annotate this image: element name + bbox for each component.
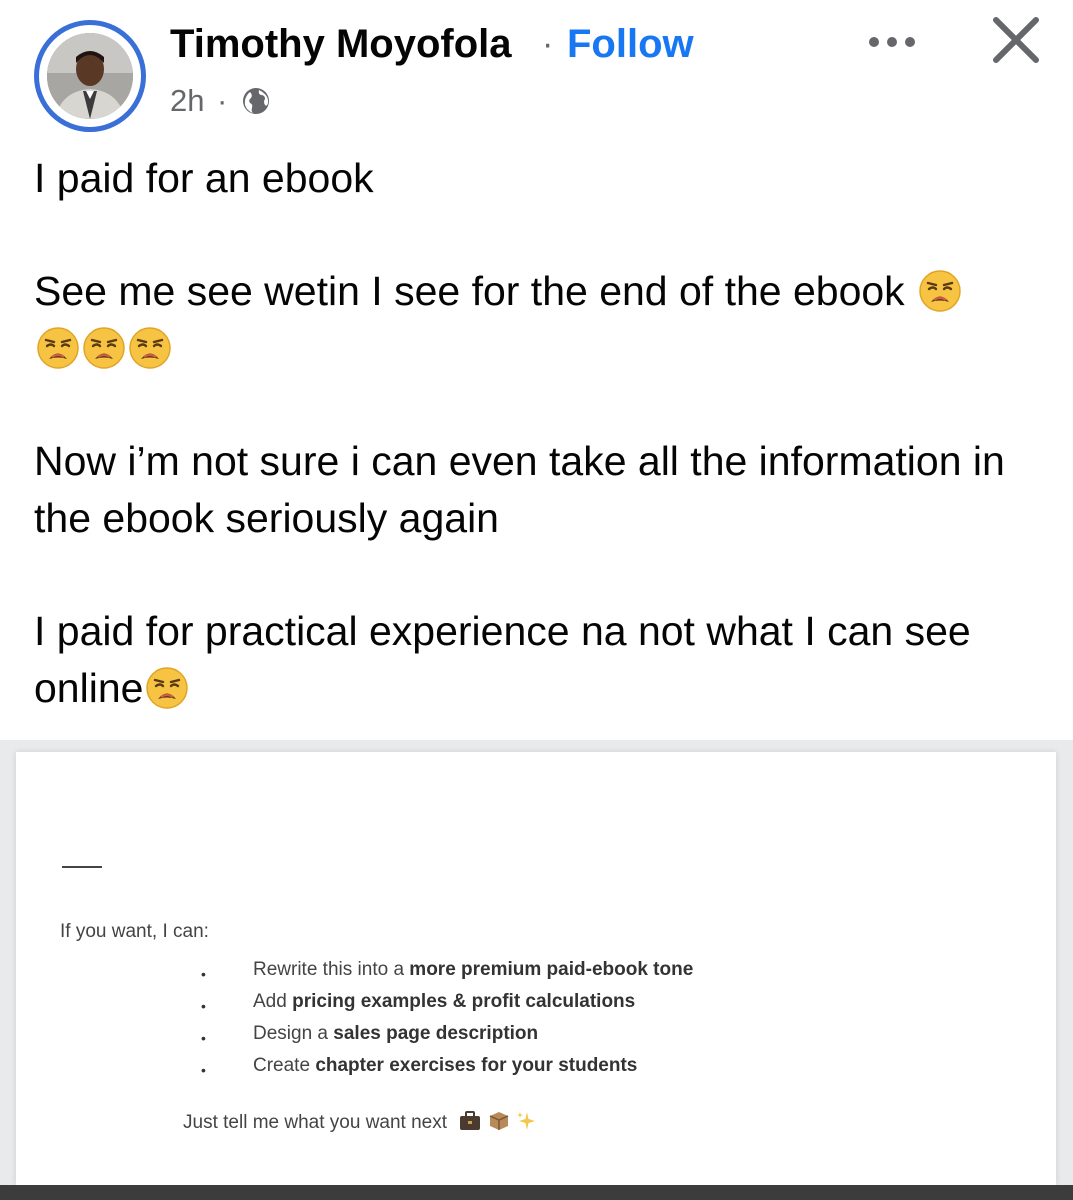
post-paragraph: Now i’m not sure i can even take all the… bbox=[34, 438, 1005, 541]
bullet: • bbox=[201, 998, 206, 1014]
item-prefix: Add bbox=[253, 991, 293, 1012]
name-separator: · bbox=[542, 25, 554, 63]
weary-face-emoji bbox=[37, 327, 79, 369]
more-options-icon[interactable] bbox=[862, 22, 922, 62]
post-text: I paid for an ebook See me see wetin I s… bbox=[34, 150, 1044, 773]
post-header: Timothy Moyofola · Follow 2h · bbox=[0, 0, 1073, 140]
post-timestamp[interactable]: 2h bbox=[170, 80, 204, 122]
post-paragraph: I paid for an ebook bbox=[34, 155, 374, 201]
item-bold: sales page description bbox=[333, 1023, 539, 1044]
weary-face-emoji bbox=[83, 327, 125, 369]
weary-face-emoji bbox=[146, 667, 189, 709]
item-prefix: Design a bbox=[253, 1023, 334, 1044]
package-icon bbox=[489, 1112, 508, 1130]
avatar[interactable] bbox=[34, 20, 146, 132]
bottom-bar bbox=[0, 1185, 1073, 1200]
time-separator: · bbox=[217, 83, 228, 118]
ebook-outro-text: Just tell me what you want next bbox=[183, 1110, 537, 1139]
bullet: • bbox=[201, 1030, 206, 1046]
profile-photo bbox=[47, 33, 133, 119]
divider bbox=[62, 866, 102, 868]
briefcase-icon bbox=[460, 1111, 481, 1130]
item-bold: more premium paid-ebook tone bbox=[409, 959, 694, 980]
bullet: • bbox=[201, 1062, 206, 1078]
close-icon[interactable] bbox=[988, 12, 1044, 68]
ebook-page: If you want, I can: • Rewrite this into … bbox=[16, 752, 1056, 1185]
sparkles-icon bbox=[516, 1112, 535, 1130]
author-name[interactable]: Timothy Moyofola bbox=[170, 18, 511, 70]
item-bold: pricing examples & profit calculations bbox=[292, 991, 636, 1012]
bullet: • bbox=[201, 966, 206, 982]
globe-icon[interactable] bbox=[241, 86, 271, 116]
item-bold: chapter exercises for your students bbox=[315, 1055, 638, 1076]
weary-face-emoji bbox=[129, 327, 171, 369]
post-paragraph: I paid for practical experience na not w… bbox=[34, 608, 971, 711]
item-prefix: Create bbox=[253, 1055, 316, 1076]
post-paragraph: See me see wetin I see for the end of th… bbox=[34, 263, 1044, 377]
follow-button[interactable]: Follow bbox=[567, 18, 694, 70]
item-prefix: Rewrite this into a bbox=[253, 959, 410, 980]
attached-screenshot[interactable]: If you want, I can: • Rewrite this into … bbox=[0, 740, 1073, 1185]
ebook-intro-text: If you want, I can: bbox=[60, 921, 209, 942]
weary-face-emoji bbox=[919, 270, 961, 312]
